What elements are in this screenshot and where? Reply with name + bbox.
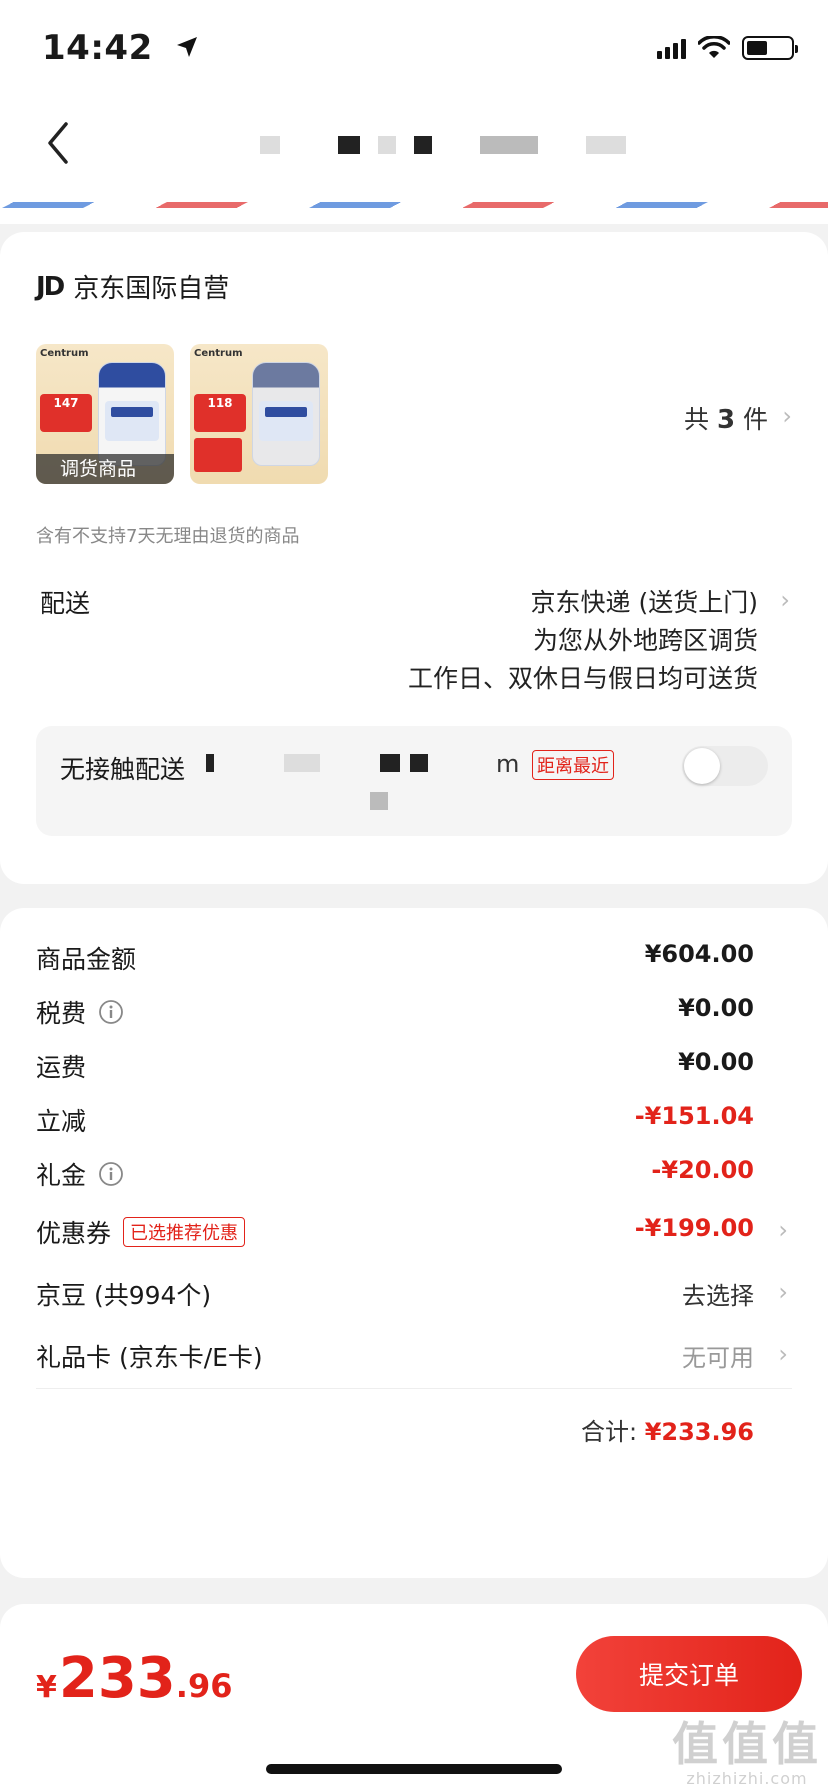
row-label: 京豆 (共994个) (36, 1281, 212, 1310)
item-count-suffix: 件 (742, 405, 768, 434)
subtotal-line: 合计: ¥233.96 (581, 1412, 754, 1447)
row-value: ¥604.00 (644, 940, 754, 968)
chevron-right-icon[interactable]: › (782, 402, 792, 430)
row-value: -¥20.00 (651, 1156, 754, 1184)
row-value: ¥0.00 (678, 994, 754, 1022)
item-count-prefix: 共 (683, 405, 709, 434)
row-value: -¥151.04 (634, 1102, 754, 1130)
row-label: 税费 (36, 999, 87, 1028)
delivery-transfer-note: 为您从外地跨区调货 (532, 626, 758, 655)
row-value: -¥199.00 (634, 1214, 754, 1242)
subtotal-amount: ¥233.96 (644, 1418, 754, 1446)
nav-title-redacted (260, 136, 626, 154)
row-label: 商品金额 (36, 945, 137, 974)
chevron-right-icon[interactable]: › (778, 1278, 788, 1306)
subtotal-label: 合计: (580, 1418, 638, 1446)
watermark-main: 值值值 (672, 1717, 822, 1771)
transfer-goods-badge: 调货商品 (36, 454, 174, 484)
vitamin-bottle-image (98, 362, 166, 466)
delivery-label: 配送 (40, 589, 91, 618)
price-row-goods: 商品金额 ¥604.00 (36, 936, 792, 976)
coupon-recommended-tag: 已选推荐优惠 (123, 1217, 246, 1247)
toggle-knob (684, 748, 720, 784)
no-return-notice: 含有不支持7天无理由退货的商品 (36, 526, 300, 547)
bottom-total-price: ¥ 233 .96 (36, 1646, 232, 1711)
currency-symbol: ¥ (36, 1670, 57, 1705)
chevron-right-icon[interactable]: › (778, 1340, 788, 1368)
divider (36, 1388, 792, 1389)
row-value: ¥0.00 (678, 1048, 754, 1076)
delivery-schedule: 工作日、双休日与假日均可送货 (407, 664, 758, 693)
product-price-tag: 118 (194, 394, 246, 432)
row-label: 礼金 (36, 1161, 87, 1190)
store-name: JD 京东国际自营 (36, 268, 229, 305)
price-row-gift-card[interactable]: 礼品卡 (京东卡/E卡) 无可用 › (36, 1334, 792, 1374)
home-indicator (266, 1764, 562, 1774)
product-promo-banner (194, 438, 242, 472)
status-time: 14:42 (42, 28, 199, 68)
cellular-signal-icon (657, 37, 686, 59)
price-row-instant-discount: 立减 -¥151.04 (36, 1098, 792, 1138)
nav-bar (0, 100, 828, 188)
vitamin-bottle-image (252, 362, 320, 466)
status-bar: 14:42 (0, 0, 828, 100)
row-value: 去选择 (682, 1282, 754, 1310)
chevron-left-icon[interactable] (40, 118, 80, 168)
price-integer: 233 (58, 1646, 176, 1711)
chevron-right-icon[interactable]: › (778, 1216, 788, 1244)
airmail-stripe (0, 188, 828, 224)
product-thumbnail-2[interactable]: Centrum 118 (190, 344, 328, 484)
wifi-icon (698, 36, 730, 58)
row-label: 礼品卡 (京东卡/E卡) (36, 1343, 263, 1372)
delivery-info[interactable]: 京东快递 (送货上门) 为您从外地跨区调货 工作日、双休日与假日均可送货 (408, 584, 758, 698)
order-confirmation-page: 14:42 JD 京东国际自营 Centrum 147 调货商品 Centrum… (0, 0, 828, 1792)
watermark-sub: zhizhizhi.com (686, 1769, 808, 1788)
product-brand: Centrum (40, 348, 89, 359)
price-decimal: .96 (175, 1667, 233, 1705)
price-row-tax: 税费 ¥0.00 (36, 990, 792, 1030)
store-name-text: 京东国际自营 (73, 274, 230, 304)
status-icons (657, 36, 798, 60)
contactless-delivery-panel: 无接触配送 m 距离最近 (36, 726, 792, 836)
item-count-number: 3 (716, 405, 736, 435)
redacted-address-line2 (186, 792, 388, 810)
site-watermark: 值值值 zhizhizhi.com (672, 1719, 822, 1788)
row-label: 立减 (36, 1107, 87, 1136)
price-breakdown-card: 商品金额 ¥604.00 税费 ¥0.00 运费 ¥0.00 立减 -¥151.… (0, 908, 828, 1578)
submit-order-button[interactable]: 提交订单 (576, 1636, 802, 1712)
product-thumbnail-1[interactable]: Centrum 147 调货商品 (36, 344, 174, 484)
distance-unit: m (496, 750, 520, 778)
row-value: 无可用 (682, 1344, 754, 1372)
price-row-gift-money: 礼金 -¥20.00 (36, 1152, 792, 1192)
jd-logo: JD (36, 271, 65, 302)
info-icon[interactable] (98, 1161, 124, 1187)
contactless-toggle[interactable] (682, 746, 768, 786)
price-row-shipping: 运费 ¥0.00 (36, 1044, 792, 1084)
status-time-text: 14:42 (42, 28, 153, 68)
info-icon[interactable] (98, 999, 124, 1025)
product-price-tag: 147 (40, 394, 92, 432)
row-label: 运费 (36, 1053, 87, 1082)
price-row-coupon[interactable]: 优惠券 已选推荐优惠 -¥199.00 › (36, 1210, 792, 1250)
redacted-address (206, 754, 428, 772)
chevron-right-icon[interactable]: › (780, 586, 790, 614)
order-items-card: JD 京东国际自营 Centrum 147 调货商品 Centrum 118 共… (0, 232, 828, 884)
item-count[interactable]: 共 3 件 (684, 400, 768, 436)
delivery-method: 京东快递 (送货上门) (530, 588, 758, 617)
product-brand: Centrum (194, 348, 243, 359)
contactless-label: 无接触配送 (60, 755, 186, 784)
price-row-jd-beans[interactable]: 京豆 (共994个) 去选择 › (36, 1272, 792, 1312)
location-arrow-icon (177, 37, 198, 57)
row-label: 优惠券 (36, 1219, 112, 1248)
nearest-tag: 距离最近 (532, 750, 614, 780)
battery-icon (742, 36, 798, 60)
